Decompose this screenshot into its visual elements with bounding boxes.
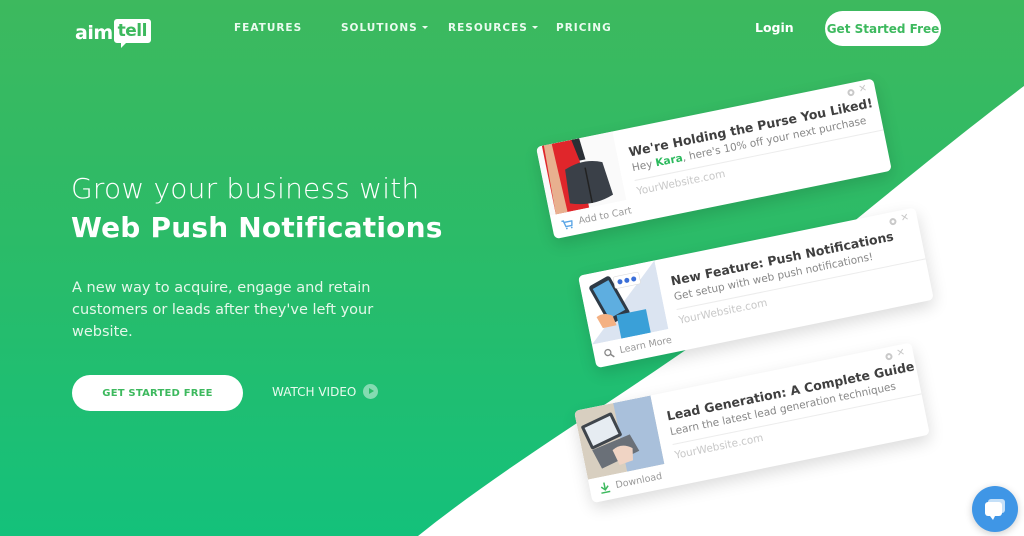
nav-solutions-label: SOLUTIONS (341, 22, 418, 34)
action-label: Download (614, 470, 664, 492)
nav-solutions[interactable]: SOLUTIONS (341, 22, 428, 34)
notification-card-purse[interactable]: ✕ We're Holding the Purse You Liked! Hey… (536, 78, 892, 240)
chat-widget-button[interactable] (972, 486, 1018, 532)
close-icon[interactable]: ✕ (858, 83, 868, 95)
notification-site: YourWebsite.com (677, 296, 769, 327)
get-started-free-nav-button[interactable]: Get Started Free (825, 11, 941, 46)
chevron-down-icon (421, 25, 428, 29)
notification-site: YourWebsite.com (635, 167, 727, 198)
nav-pricing[interactable]: PRICING (556, 22, 612, 34)
chat-icon (985, 499, 1005, 520)
logo-text-aim: aim (75, 22, 113, 44)
gear-icon[interactable] (884, 352, 893, 361)
action-label: Learn More (618, 334, 673, 357)
nav-features[interactable]: FEATURES (234, 22, 302, 34)
hero-subtext: A new way to acquire, engage and retain … (72, 280, 374, 340)
notification-card-lead-gen[interactable]: ✕ Lead Generation: A Complete Guide Lear… (574, 342, 930, 504)
cart-icon (561, 219, 573, 229)
gear-icon[interactable] (846, 88, 855, 97)
play-icon (363, 384, 379, 399)
message-prefix: Hey (630, 157, 657, 175)
watch-video-label: WATCH VIDEO (272, 384, 357, 399)
action-label: Add to Cart (577, 205, 633, 227)
download-icon (600, 482, 611, 494)
nav-features-label: FEATURES (234, 22, 303, 34)
hero-headline-line2: Web Push Notifications (71, 211, 443, 244)
chevron-down-icon (531, 25, 538, 29)
phone-illustration (578, 260, 669, 345)
close-icon[interactable]: ✕ (896, 347, 906, 359)
close-icon[interactable]: ✕ (900, 212, 910, 224)
nav-resources[interactable]: RESOURCES (448, 22, 538, 34)
laptop-image (574, 395, 665, 480)
purse-image (536, 131, 627, 216)
notification-site: YourWebsite.com (673, 431, 765, 462)
notification-card-push-feature[interactable]: ✕ New Feature: Push Notifications Get se… (578, 207, 934, 369)
nav-pricing-label: PRICING (556, 22, 612, 34)
nav-resources-label: RESOURCES (448, 22, 528, 34)
aimtell-logo[interactable]: aim tell (75, 11, 151, 48)
gear-icon[interactable] (888, 217, 897, 226)
watch-video-link[interactable]: WATCH VIDEO (272, 384, 379, 399)
top-navigation: aim tell FEATURES SOLUTIONS RESOURCES PR… (0, 0, 1024, 56)
login-link[interactable]: Login (755, 20, 794, 35)
search-icon (604, 348, 615, 358)
get-started-free-hero-button[interactable]: GET STARTED FREE (72, 375, 243, 411)
logo-text-tell: tell (113, 19, 151, 48)
hero-headline-line1: Grow your business with (71, 172, 420, 205)
message-highlight-name: Kara (654, 152, 684, 170)
